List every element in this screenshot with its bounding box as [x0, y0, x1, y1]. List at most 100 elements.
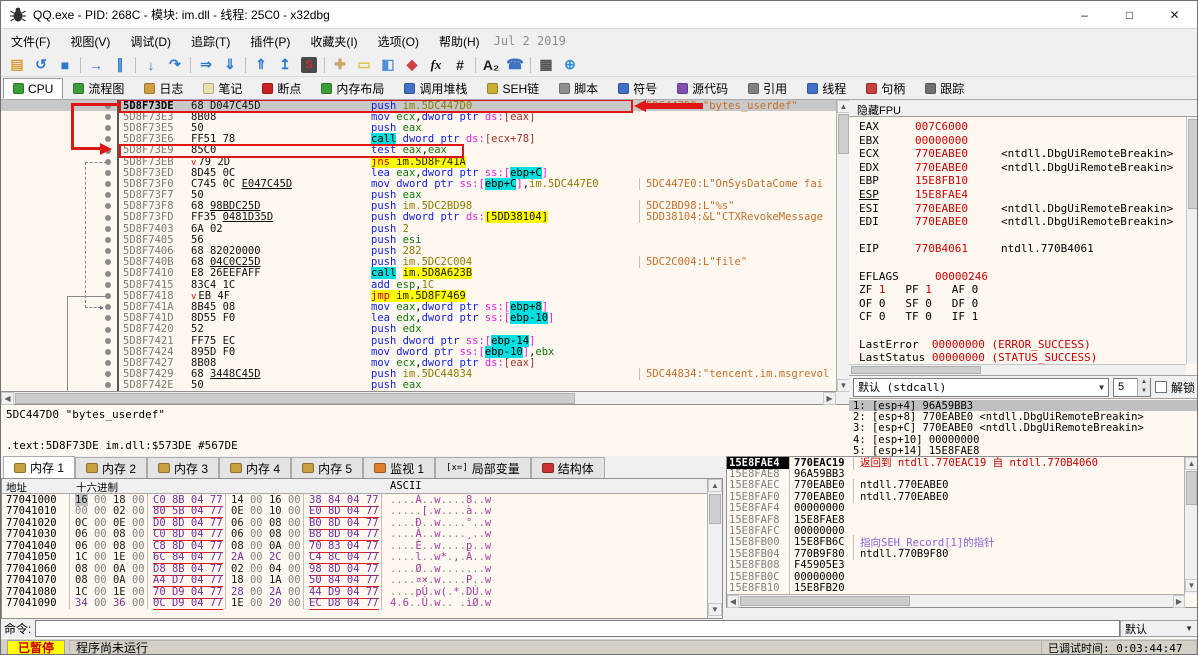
open-file-icon[interactable]: ▤ [5, 54, 29, 75]
disasm-row[interactable]: 5D8F7427 8B08 mov ecx,dword ptr ds:[eax] [1, 357, 849, 369]
register-line[interactable]: ESI 770EABE0 <ntdll.DbgUiRemoteBreakin> [859, 202, 1186, 216]
disasm-row[interactable]: 5D8F73DE 68 D047C45D push im.5DC447D0 5DC44… [1, 100, 849, 112]
breakpoint-gutter[interactable] [1, 144, 119, 156]
maximize-button[interactable]: □ [1107, 1, 1152, 29]
dump-row[interactable]: 77041070 08 00 0A 00 A4 D7 04 77 18 00 1A 0… [2, 574, 707, 588]
tab-SEH链[interactable]: SEH链 [477, 78, 549, 99]
dump-row[interactable]: 77041000 16 00 18 00 C0 8B 04 77 14 00 16 0… [2, 494, 707, 507]
disasm-row[interactable]: 5D8F73E6 FF51 78 call dword ptr ds:[ecx+78… [1, 133, 849, 146]
menu-item[interactable]: 调试(D) [120, 30, 181, 53]
register-line[interactable]: EFLAGS 00000246 [859, 270, 1186, 284]
disasm-row[interactable]: 5D8F73FD FF35 0481D35D push dword ptr ds:[… [1, 211, 849, 224]
tab-脚本[interactable]: 脚本 [549, 78, 608, 99]
hash-icon[interactable]: # [448, 54, 472, 75]
disasm-row[interactable]: 5D8F7405 56 push esi [1, 234, 849, 246]
dump-row[interactable]: 77041040 06 00 08 00 C8 8D 04 77 08 00 0A 0… [2, 539, 707, 553]
tab-局部变量[interactable]: [x=] 局部变量 [435, 457, 531, 478]
breakpoint-dot-icon[interactable] [105, 136, 111, 143]
breakpoint-gutter[interactable] [1, 334, 119, 347]
disasm-row[interactable]: 5D8F73F0 C745 0C E047C45D mov dword ptr ss… [1, 177, 849, 190]
breakpoint-gutter[interactable] [1, 357, 119, 369]
hide-fpu-button[interactable]: 隐藏FPU [849, 100, 1197, 117]
argument-row[interactable]: 5: [esp+14] 15E8FAE8 [849, 445, 1197, 456]
tab-流程图[interactable]: 流程图 [63, 78, 134, 99]
menu-item[interactable]: 追踪(T) [181, 30, 240, 53]
breakpoint-gutter[interactable] [1, 312, 119, 324]
pause-icon[interactable]: ∥ [108, 54, 132, 75]
breakpoint-gutter[interactable] [1, 189, 119, 201]
tab-源代码[interactable]: 源代码 [667, 78, 738, 99]
register-line[interactable]: EDI 770EABE0 <ntdll.DbgUiRemoteBreakin> [859, 215, 1186, 229]
breakpoint-dot-icon[interactable] [105, 248, 111, 255]
breakpoint-dot-icon[interactable] [105, 237, 111, 244]
dump-row[interactable]: 77041020 0C 00 0E 00 D0 8D 04 77 06 00 08 0… [2, 516, 707, 530]
breakpoint-dot-icon[interactable] [105, 348, 111, 355]
command-input[interactable] [35, 620, 1120, 637]
tab-断点[interactable]: 断点 [252, 78, 311, 99]
tab-内存 3[interactable]: 内存 3 [147, 457, 220, 478]
disasm-row[interactable]: 5D8F7420 52 push edx [1, 323, 849, 335]
menu-item[interactable]: 文件(F) [1, 30, 60, 53]
registers-hscrollbar[interactable] [849, 364, 1186, 375]
register-line[interactable] [859, 256, 1186, 270]
register-line[interactable] [859, 324, 1186, 338]
tab-监视 1[interactable]: 监视 1 [363, 457, 436, 478]
stack-row[interactable]: 15E8FB08 F45905E3 [727, 559, 1185, 572]
breakpoint-gutter[interactable] [1, 290, 119, 302]
breakpoint-gutter[interactable] [1, 111, 119, 123]
dump-row[interactable]: 77041010 00 00 02 00 80 5B 04 77 0E 00 10 0… [2, 505, 707, 519]
stack-row[interactable]: 15E8FB00 15E8FB6C 指向SEH_Record[1]的指针 [727, 534, 1185, 550]
breakpoint-gutter[interactable] [1, 279, 119, 291]
argument-row[interactable]: 2: [esp+8] 770EABE0 <ntdll.DbgUiRemoteBr… [849, 411, 1197, 423]
disasm-row[interactable]: 5D8F7424 895D F0 mov dword ptr ss:[ebp-10]… [1, 345, 849, 358]
restart-icon[interactable]: ↺ [29, 54, 53, 75]
register-line[interactable]: ECX 770EABE0 <ntdll.DbgUiRemoteBreakin> [859, 147, 1186, 161]
breakpoint-gutter[interactable] [1, 200, 119, 212]
scylla-icon[interactable]: S [297, 54, 321, 75]
calculator-icon[interactable]: ▦ [534, 54, 558, 75]
run-to-cursor-icon[interactable]: ⇒ [194, 54, 218, 75]
stop-icon[interactable]: ■ [53, 54, 77, 75]
breakpoint-dot-icon[interactable] [105, 382, 111, 389]
unlock-checkbox[interactable] [1154, 381, 1167, 393]
argument-row[interactable]: 1: [esp+4] 96A59BB3 [849, 400, 1197, 412]
step-over-icon[interactable]: ↷ [163, 54, 187, 75]
disasm-vscrollbar[interactable]: ▲ ▼ [836, 100, 850, 392]
attach-icon[interactable]: ☎ [503, 54, 527, 75]
disasm-row[interactable]: 5D8F73ED 8D45 0C lea eax,dword ptr ss:[ebp… [1, 166, 849, 179]
close-button[interactable]: ✕ [1152, 1, 1197, 29]
breakpoint-gutter[interactable] [1, 368, 119, 380]
breakpoint-dot-icon[interactable] [105, 315, 111, 322]
breakpoint-dot-icon[interactable] [105, 281, 111, 288]
tab-内存 1[interactable]: 内存 1 [3, 456, 76, 478]
stack-row[interactable]: 15E8FAEC 770EABE0 ntdll.770EABE0 [727, 479, 1185, 492]
breakpoint-gutter[interactable] [1, 346, 119, 358]
breakpoint-dot-icon[interactable] [105, 259, 111, 266]
tab-引用[interactable]: 引用 [738, 78, 797, 99]
breakpoint-gutter[interactable] [1, 223, 119, 235]
bookmarks-icon[interactable]: ◆ [400, 54, 424, 75]
breakpoint-gutter[interactable] [1, 379, 119, 391]
breakpoint-dot-icon[interactable] [105, 113, 111, 120]
labels-icon[interactable]: ◧ [376, 54, 400, 75]
breakpoint-gutter[interactable] [1, 122, 119, 134]
disasm-row[interactable]: 5D8F742E 50 push eax [1, 379, 849, 391]
tab-内存 4[interactable]: 内存 4 [219, 457, 292, 478]
command-profile-select[interactable]: 默认 ▼ [1120, 620, 1197, 637]
disasm-row[interactable]: 5D8F7415 83C4 1C add esp,1C [1, 279, 849, 291]
stack-row[interactable]: 15E8FAF0 770EABE0 ntdll.770EABE0 [727, 490, 1185, 503]
stack-row[interactable]: 15E8FAF8 15E8FAE8 [727, 513, 1185, 526]
register-line[interactable]: ZF 1 PF 1 AF 0 [859, 283, 1186, 297]
breakpoint-gutter[interactable] [1, 234, 119, 246]
tab-日志[interactable]: 日志 [134, 78, 193, 99]
dump-row[interactable]: 77041030 06 00 08 00 C0 8D 04 77 06 00 08 0… [2, 528, 707, 542]
tab-内存布局[interactable]: 内存布局 [311, 78, 394, 99]
disasm-row[interactable]: 5D8F7406 68 82020000 push 282 [1, 245, 849, 257]
stack-hscrollbar[interactable]: ◀ ▶ [727, 594, 1185, 608]
strings-icon[interactable]: A₂ [479, 54, 503, 75]
execute-till-return-icon[interactable]: ⇓ [218, 54, 242, 75]
breakpoint-gutter[interactable] [1, 100, 119, 112]
dump-row[interactable]: 77041090 34 00 36 00 0C D9 04 77 1E 00 20 0… [2, 597, 707, 610]
registers-vscrollbar[interactable] [1186, 117, 1197, 364]
dump-vscrollbar[interactable]: ▲ ▼ [707, 479, 722, 618]
